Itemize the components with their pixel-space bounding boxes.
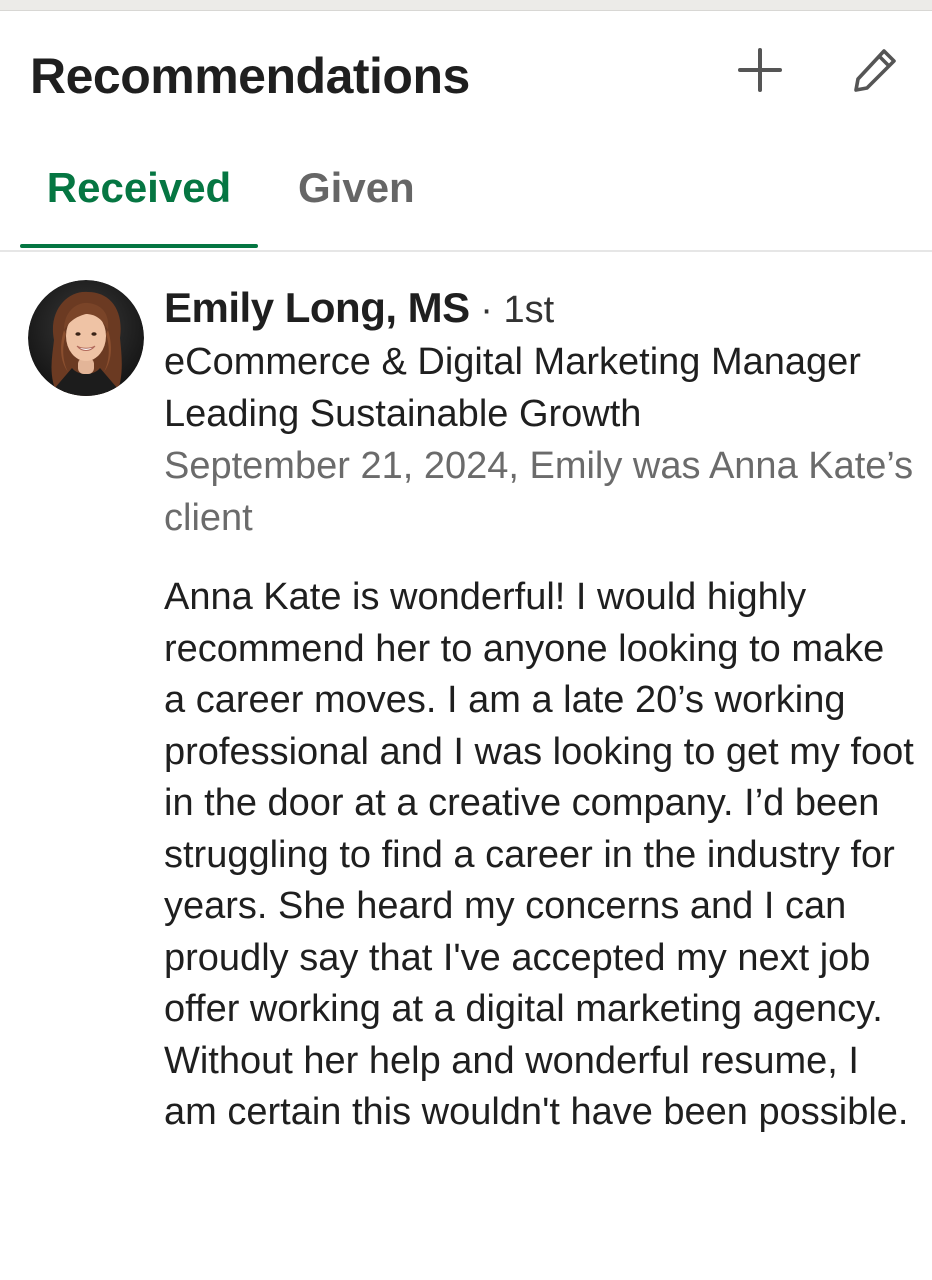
recommendation-meta: September 21, 2024, Emily was Anna Kate’… (164, 445, 914, 539)
recommender-headline: eCommerce & Digital Marketing Manager Le… (164, 341, 861, 435)
name-separator: · (469, 289, 504, 331)
recommendation-content: Emily Long, MS · 1st eCommerce & Digital… (164, 280, 914, 1139)
recommendation-tabs: Received Given (0, 140, 932, 252)
plus-icon (738, 48, 782, 92)
add-recommendation-button[interactable] (730, 40, 790, 100)
pencil-icon (854, 49, 896, 92)
recommender-name-line: Emily Long, MS · 1st (164, 280, 914, 338)
recommender-name[interactable]: Emily Long, MS (164, 284, 470, 331)
avatar-photo (28, 280, 144, 396)
connection-degree: 1st (503, 289, 555, 331)
page-header: Recommendations (0, 10, 932, 130)
tab-given[interactable]: Given (298, 160, 415, 248)
recommendation-text: Anna Kate is wonderful! I would highly r… (164, 576, 914, 1133)
page-title: Recommendations (30, 48, 470, 104)
active-tab-indicator (20, 244, 258, 248)
tab-received[interactable]: Received (20, 160, 258, 248)
edit-recommendations-button[interactable] (845, 40, 905, 100)
avatar[interactable] (28, 280, 144, 396)
